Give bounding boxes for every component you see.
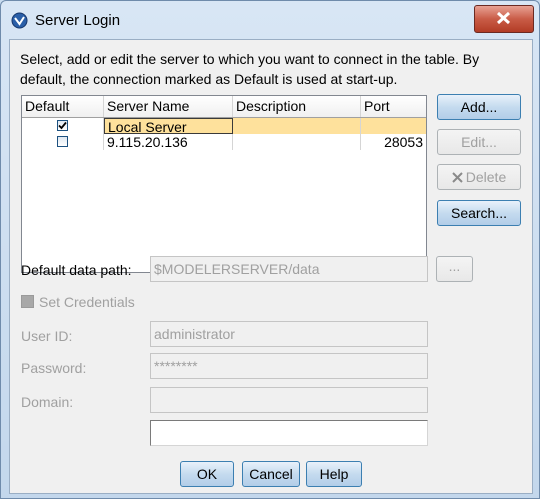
title-bar: Server Login xyxy=(1,1,539,39)
user-id-label: User ID: xyxy=(21,328,73,344)
user-id-field[interactable]: administrator xyxy=(150,321,428,347)
server-table[interactable]: Default Server Name Description Port Loc… xyxy=(21,95,427,273)
table-row[interactable]: 9.115.20.136 28053 xyxy=(22,134,426,150)
column-header-server-name[interactable]: Server Name xyxy=(104,96,233,117)
default-cell xyxy=(22,134,104,150)
default-checkbox[interactable] xyxy=(57,136,68,147)
credentials-extra-field[interactable] xyxy=(150,420,428,446)
set-credentials-row: Set Credentials xyxy=(21,294,135,310)
help-button[interactable]: Help xyxy=(306,461,362,487)
password-field[interactable]: ******** xyxy=(150,353,428,379)
default-cell xyxy=(22,118,104,134)
edit-button[interactable]: Edit... xyxy=(437,129,521,155)
server-name-cell[interactable]: Local Server xyxy=(104,118,233,135)
port-cell[interactable]: 28053 xyxy=(361,134,426,150)
set-credentials-checkbox[interactable] xyxy=(21,295,34,308)
server-login-dialog: Server Login Select, add or edit the ser… xyxy=(0,0,540,499)
instructions-text: Select, add or edit the server to which … xyxy=(20,51,480,87)
password-label: Password: xyxy=(21,360,87,376)
close-button[interactable] xyxy=(474,5,534,33)
column-header-description[interactable]: Description xyxy=(233,96,361,117)
delete-button[interactable]: Delete xyxy=(437,164,521,190)
close-icon xyxy=(496,11,511,25)
description-cell[interactable] xyxy=(233,118,361,134)
app-icon xyxy=(11,12,28,29)
server-name-cell[interactable]: 9.115.20.136 xyxy=(104,134,233,150)
column-header-default[interactable]: Default xyxy=(22,96,104,117)
domain-label: Domain: xyxy=(21,394,74,410)
checkmark-icon xyxy=(58,121,67,130)
add-button[interactable]: Add... xyxy=(437,94,521,120)
default-data-path-label: Default data path: xyxy=(21,262,132,278)
default-data-path-field[interactable]: $MODELERSERVER/data xyxy=(150,256,428,282)
description-cell[interactable] xyxy=(233,134,361,150)
cancel-button[interactable]: Cancel xyxy=(242,461,300,487)
set-credentials-label: Set Credentials xyxy=(39,294,135,310)
table-header: Default Server Name Description Port xyxy=(22,96,426,118)
browse-path-button[interactable]: ... xyxy=(436,256,473,282)
ok-button[interactable]: OK xyxy=(180,461,234,487)
default-checkbox[interactable] xyxy=(57,120,68,131)
delete-label: Delete xyxy=(465,169,507,185)
dialog-body: Select, add or edit the server to which … xyxy=(9,39,533,494)
search-button[interactable]: Search... xyxy=(437,200,521,226)
domain-field[interactable] xyxy=(150,387,428,413)
column-header-port[interactable]: Port xyxy=(361,96,426,117)
table-row[interactable]: Local Server xyxy=(22,118,426,135)
window-title: Server Login xyxy=(35,12,121,29)
port-cell[interactable] xyxy=(361,118,426,134)
delete-x-icon xyxy=(452,172,463,183)
